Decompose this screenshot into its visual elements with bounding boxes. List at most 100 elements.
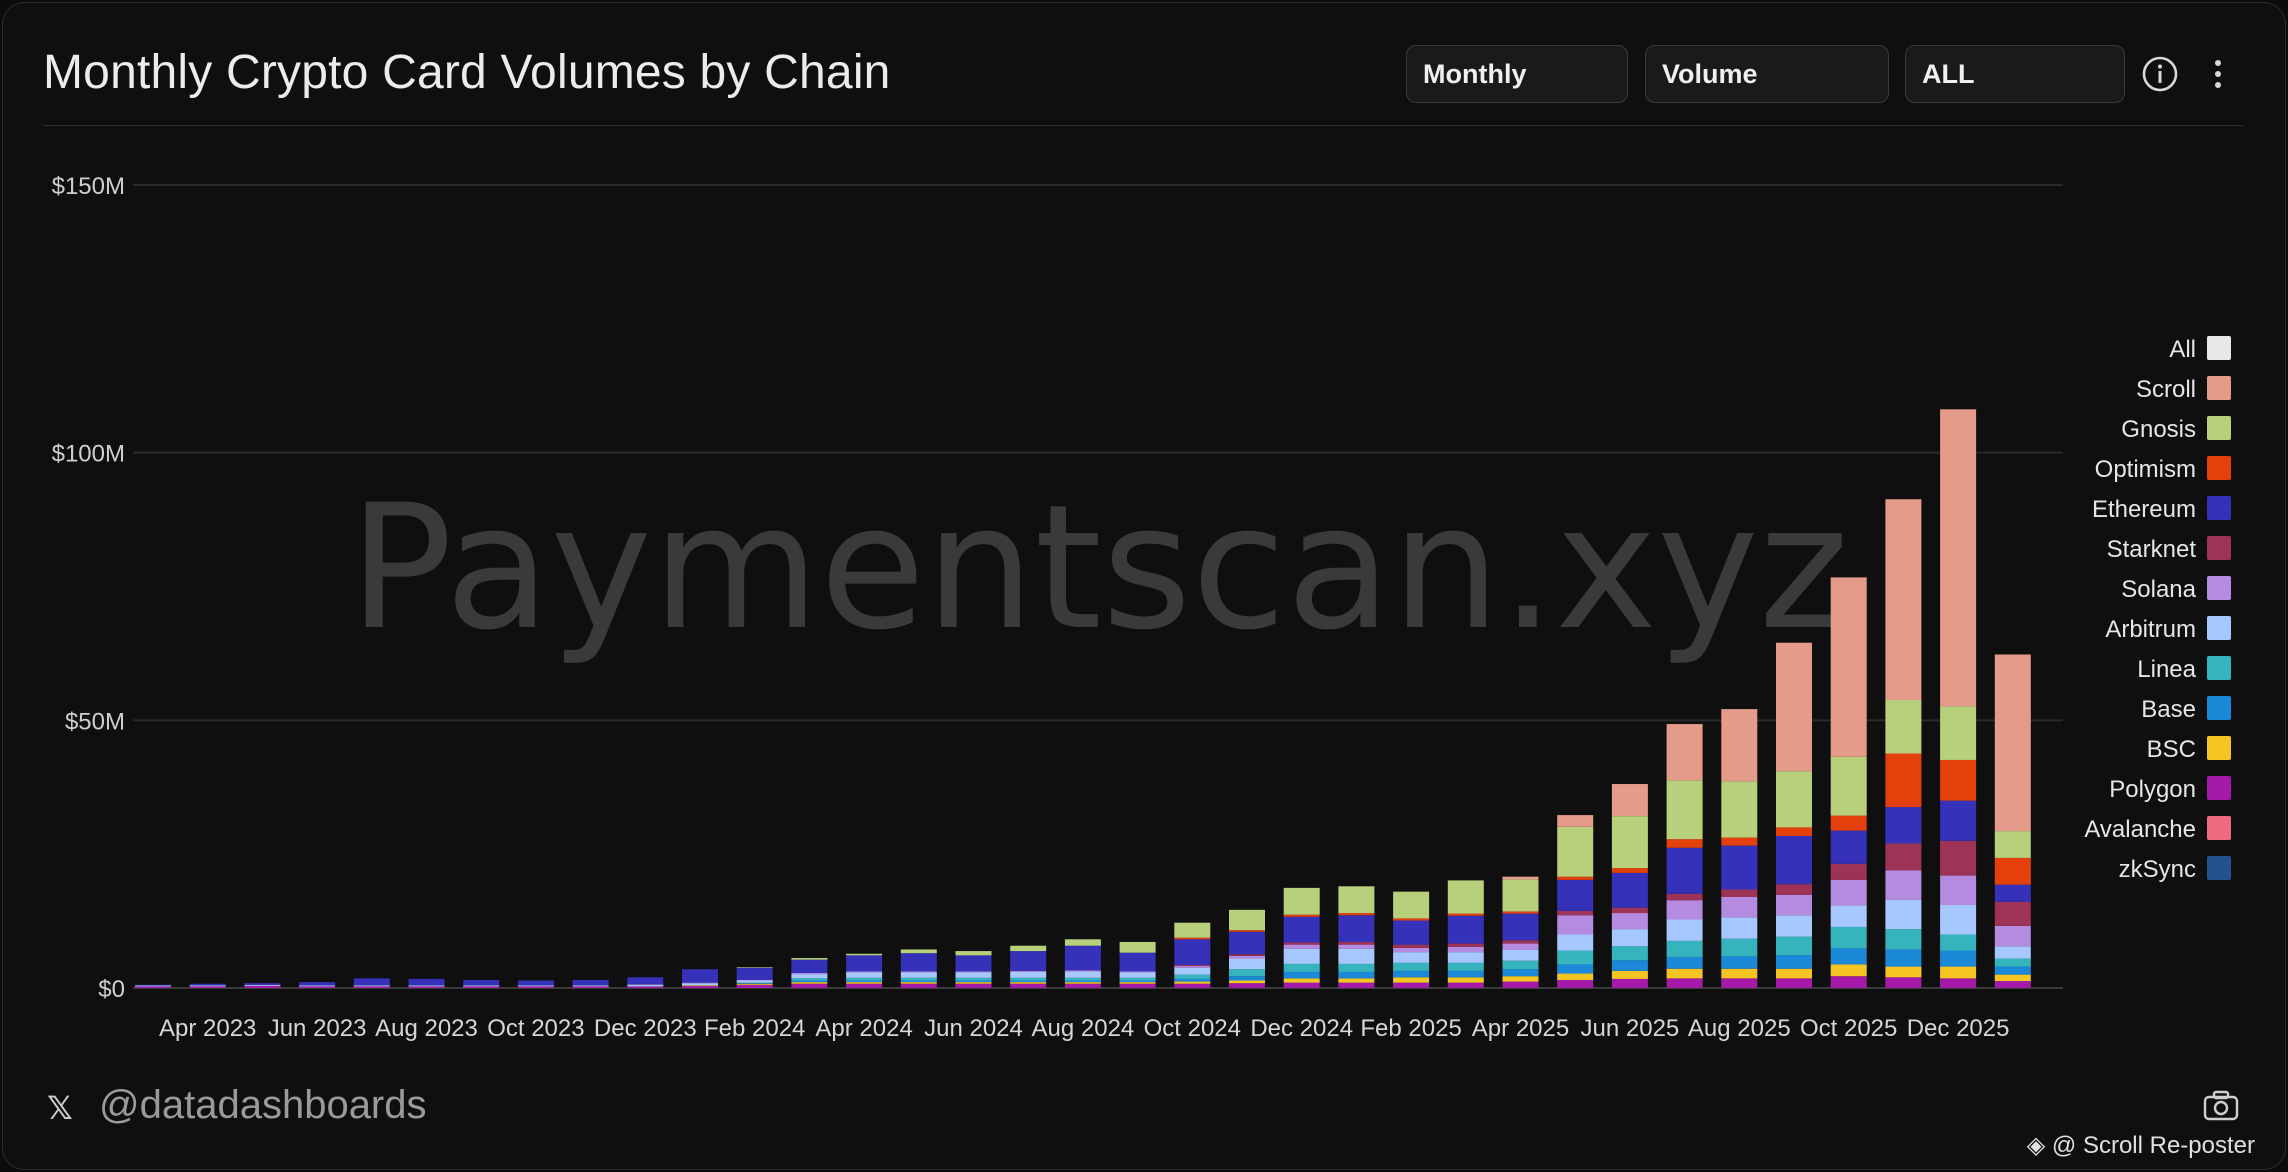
bar-segment-ethereum[interactable]	[682, 969, 718, 983]
bar-segment-solana[interactable]	[1830, 879, 1867, 906]
bar-segment-ethereum[interactable]	[299, 982, 336, 986]
bar-segment-polygon[interactable]	[1502, 981, 1539, 988]
bar-segment-gnosis[interactable]	[1994, 831, 2031, 858]
bar-segment-ethereum[interactable]	[1502, 913, 1539, 941]
bar-segment-optimism[interactable]	[1776, 827, 1812, 836]
bar-segment-arbitrum[interactable]	[1064, 971, 1101, 978]
bar-segment-base[interactable]	[1393, 970, 1430, 978]
bar-segment-optimism[interactable]	[1666, 839, 1703, 848]
legend-swatch-gnosis[interactable]	[2207, 416, 2231, 440]
bar-segment-ethereum[interactable]	[1119, 952, 1156, 972]
bar-segment-ethereum[interactable]	[1611, 872, 1648, 908]
bar-segment-optimism[interactable]	[1611, 868, 1648, 873]
bar-segment-ethereum[interactable]	[1010, 951, 1047, 971]
bar-segment-arbitrum[interactable]	[1502, 949, 1539, 961]
bar-segment-polygon[interactable]	[244, 985, 281, 988]
bar-segment-bsc[interactable]	[900, 982, 937, 984]
bar-segment-gnosis[interactable]	[1229, 909, 1265, 931]
legend-swatch-starknet[interactable]	[2207, 536, 2231, 560]
bar-segment-solana[interactable]	[1447, 946, 1484, 953]
bar-segment-gnosis[interactable]	[900, 949, 937, 954]
bar-segment-gnosis[interactable]	[1557, 826, 1594, 877]
bar-segment-linea[interactable]	[955, 977, 992, 981]
bar-segment-base[interactable]	[900, 980, 937, 983]
bar-segment-scroll[interactable]	[1994, 654, 2031, 832]
legend-label-bsc[interactable]: BSC	[2147, 736, 2196, 763]
bar-segment-arbitrum[interactable]	[1174, 967, 1211, 975]
bar-segment-bsc[interactable]	[791, 982, 828, 984]
legend-swatch-linea[interactable]	[2207, 656, 2231, 680]
bar-segment-arbitrum[interactable]	[1776, 915, 1812, 937]
bar-segment-ethereum[interactable]	[463, 979, 500, 986]
bar-segment-solana[interactable]	[900, 971, 937, 973]
bar-segment-solana[interactable]	[1064, 970, 1101, 972]
legend-label-ethereum[interactable]: Ethereum	[2092, 496, 2196, 523]
bar-segment-ethereum[interactable]	[791, 959, 828, 974]
bar-segment-base[interactable]	[955, 980, 992, 983]
bar-segment-arbitrum[interactable]	[1229, 958, 1265, 970]
bar-segment-base[interactable]	[1283, 971, 1320, 979]
bar-segment-arbitrum[interactable]	[408, 985, 445, 987]
bar-segment-gnosis[interactable]	[1283, 887, 1320, 915]
bar-segment-arbitrum[interactable]	[1666, 919, 1703, 941]
bar-segment-base[interactable]	[1064, 980, 1101, 983]
legend-label-linea[interactable]: Linea	[2137, 656, 2196, 683]
legend-label-base[interactable]: Base	[2141, 696, 2196, 723]
bar-segment-starknet[interactable]	[1447, 943, 1484, 947]
bar-segment-arbitrum[interactable]	[1010, 971, 1047, 978]
bar-segment-bsc[interactable]	[1557, 973, 1594, 980]
bar-segment-solana[interactable]	[1338, 944, 1375, 949]
bar-segment-polygon[interactable]	[955, 983, 992, 988]
bar-segment-gnosis[interactable]	[955, 951, 992, 956]
legend-label-gnosis[interactable]: Gnosis	[2121, 416, 2196, 443]
bar-segment-starknet[interactable]	[1666, 893, 1703, 901]
bar-segment-solana[interactable]	[1776, 894, 1812, 916]
bar-segment-starknet[interactable]	[1776, 884, 1812, 895]
bar-segment-gnosis[interactable]	[1776, 771, 1812, 828]
bar-segment-ethereum[interactable]	[1064, 945, 1101, 971]
bar-segment-solana[interactable]	[1119, 971, 1156, 973]
bar-segment-starknet[interactable]	[1830, 863, 1867, 880]
legend-swatch-avalanche[interactable]	[2207, 816, 2231, 840]
bar-segment-base[interactable]	[1338, 971, 1375, 979]
bar-segment-ethereum[interactable]	[135, 984, 171, 986]
legend-swatch-zksync[interactable]	[2207, 856, 2231, 880]
bar-segment-base[interactable]	[1666, 956, 1703, 969]
bar-segment-arbitrum[interactable]	[1119, 972, 1156, 978]
bar-segment-starknet[interactable]	[1557, 910, 1594, 916]
bar-segment-gnosis[interactable]	[1064, 939, 1101, 946]
bar-segment-polygon[interactable]	[791, 983, 828, 988]
bar-segment-polygon[interactable]	[1611, 978, 1648, 988]
bar-segment-arbitrum[interactable]	[1447, 952, 1484, 963]
legend-swatch-bsc[interactable]	[2207, 736, 2231, 760]
bar-segment-starknet[interactable]	[1885, 843, 1922, 871]
bar-segment-linea[interactable]	[1611, 946, 1648, 961]
bar-segment-arbitrum[interactable]	[572, 985, 609, 987]
bar-segment-arbitrum[interactable]	[1940, 905, 1977, 935]
bar-segment-starknet[interactable]	[1611, 907, 1648, 914]
bar-segment-polygon[interactable]	[463, 986, 500, 988]
legend-label-optimism[interactable]: Optimism	[2095, 456, 2196, 483]
bar-segment-gnosis[interactable]	[1885, 699, 1922, 754]
bar-segment-scroll[interactable]	[1611, 784, 1648, 817]
bar-segment-starknet[interactable]	[1994, 901, 2031, 926]
bar-segment-bsc[interactable]	[1502, 976, 1539, 982]
bar-segment-solana[interactable]	[736, 979, 773, 981]
bar-segment-solana[interactable]	[1994, 925, 2031, 947]
legend-swatch-polygon[interactable]	[2207, 776, 2231, 800]
bar-segment-ethereum[interactable]	[1557, 879, 1594, 911]
bar-segment-ethereum[interactable]	[1830, 830, 1867, 864]
legend-label-arbitrum[interactable]: Arbitrum	[2105, 616, 2196, 643]
bar-segment-polygon[interactable]	[1229, 983, 1265, 988]
bar-segment-polygon[interactable]	[1447, 982, 1484, 988]
bar-segment-bsc[interactable]	[736, 983, 773, 985]
bar-segment-linea[interactable]	[1666, 940, 1703, 957]
legend-label-scroll[interactable]: Scroll	[2136, 376, 2196, 403]
bar-segment-ethereum[interactable]	[1776, 835, 1812, 885]
bar-segment-linea[interactable]	[1502, 960, 1539, 970]
bar-segment-optimism[interactable]	[1502, 911, 1539, 914]
bar-segment-optimism[interactable]	[1447, 913, 1484, 916]
bar-segment-scroll[interactable]	[1666, 724, 1703, 781]
bar-segment-solana[interactable]	[1611, 913, 1648, 930]
bar-segment-polygon[interactable]	[299, 986, 336, 988]
